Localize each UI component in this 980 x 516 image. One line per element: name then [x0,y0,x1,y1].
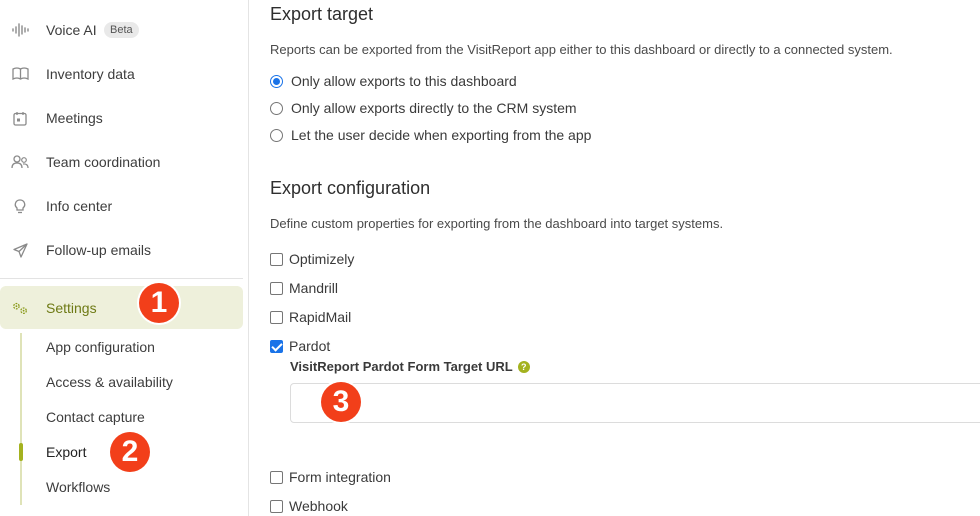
sidebar-item-info-center[interactable]: Info center [0,185,243,227]
checkbox[interactable] [270,310,283,324]
export-target-heading: Export target [270,4,374,24]
sidebar-item-team-coordination[interactable]: Team coordination [0,141,243,183]
field-label-text: VisitReport Pardot Form Target URL [290,359,513,374]
radio-crm-only[interactable]: Only allow exports directly to the CRM s… [270,100,577,116]
export-target-description: Reports can be exported from the VisitRe… [270,42,893,57]
sidebar-item-label: Info center [46,198,113,214]
step-marker-2: 2 [110,432,150,472]
checkbox-optimizely[interactable]: Optimizely [270,251,354,267]
submenu-item-workflows[interactable]: Workflows [46,479,110,495]
sidebar-item-label: Inventory data [46,66,135,82]
gears-icon [11,299,29,317]
sidebar-divider [0,278,243,279]
submenu-item-export[interactable]: Export [46,444,86,460]
checkbox-label: Form integration [289,469,391,485]
sidebar-item-label: Meetings [46,110,103,126]
lightbulb-icon [11,197,29,215]
checkbox-rapidmail[interactable]: RapidMail [270,309,351,325]
active-indicator [19,443,23,461]
calendar-icon [11,109,29,127]
export-configuration-description: Define custom properties for exporting f… [270,216,724,231]
checkbox-webhook[interactable]: Webhook [270,498,348,514]
submenu-item-app-configuration[interactable]: App configuration [46,339,155,355]
pardot-url-label: VisitReport Pardot Form Target URL ? [290,359,530,374]
checkbox-label: Optimizely [289,251,355,267]
sidebar-item-label: Follow-up emails [46,242,152,258]
beta-badge: Beta [104,22,139,38]
sidebar-item-meetings[interactable]: Meetings [0,97,243,139]
checkbox-label: Mandrill [289,280,339,296]
checkbox-pardot[interactable]: Pardot [270,338,330,354]
waveform-icon [11,21,29,39]
sidebar-item-label: Team coordination [46,154,161,170]
sidebar-item-settings[interactable]: Settings [0,286,243,329]
checkbox-mandrill[interactable]: Mandrill [270,280,338,296]
checkbox-form-integration[interactable]: Form integration [270,469,391,485]
checkbox-label: Webhook [289,498,348,514]
checkbox[interactable] [270,499,283,513]
export-configuration-heading: Export configuration [270,178,431,198]
checkbox-label: RapidMail [289,309,352,325]
sidebar-item-inventory-data[interactable]: Inventory data [0,53,243,95]
sidebar-item-label: Settings [46,299,97,316]
book-icon [11,65,29,83]
checkbox-label: Pardot [289,338,331,354]
sidebar-item-label: Voice AI [46,22,97,38]
checkbox[interactable] [270,470,283,484]
send-icon [11,241,29,259]
checkbox[interactable] [270,339,283,353]
submenu-item-contact-capture[interactable]: Contact capture [46,409,145,425]
radio-user-decides[interactable]: Let the user decide when exporting from … [270,127,591,143]
radio-dashboard-only[interactable]: Only allow exports to this dashboard [270,73,517,89]
radio-label: Only allow exports to this dashboard [291,73,517,89]
main-content: Export target Reports can be exported fr… [250,0,980,516]
radio-label: Let the user decide when exporting from … [291,127,592,143]
step-marker-1: 1 [139,283,179,323]
radio-button[interactable] [270,128,283,142]
help-icon[interactable]: ? [517,360,530,373]
submenu-item-access-availability[interactable]: Access & availability [46,374,173,390]
submenu-line [20,333,22,505]
checkbox[interactable] [270,252,283,266]
sidebar: Voice AI Beta Inventory data Meetings Te… [0,0,249,516]
sidebar-item-follow-up-emails[interactable]: Follow-up emails [0,229,243,271]
radio-button[interactable] [270,74,283,88]
team-icon [11,153,29,171]
checkbox[interactable] [270,281,283,295]
radio-button[interactable] [270,101,283,115]
pardot-url-input[interactable] [290,383,980,423]
step-marker-3: 3 [321,382,361,422]
sidebar-item-voice-ai[interactable]: Voice AI Beta [0,9,243,51]
radio-label: Only allow exports directly to the CRM s… [291,100,577,116]
